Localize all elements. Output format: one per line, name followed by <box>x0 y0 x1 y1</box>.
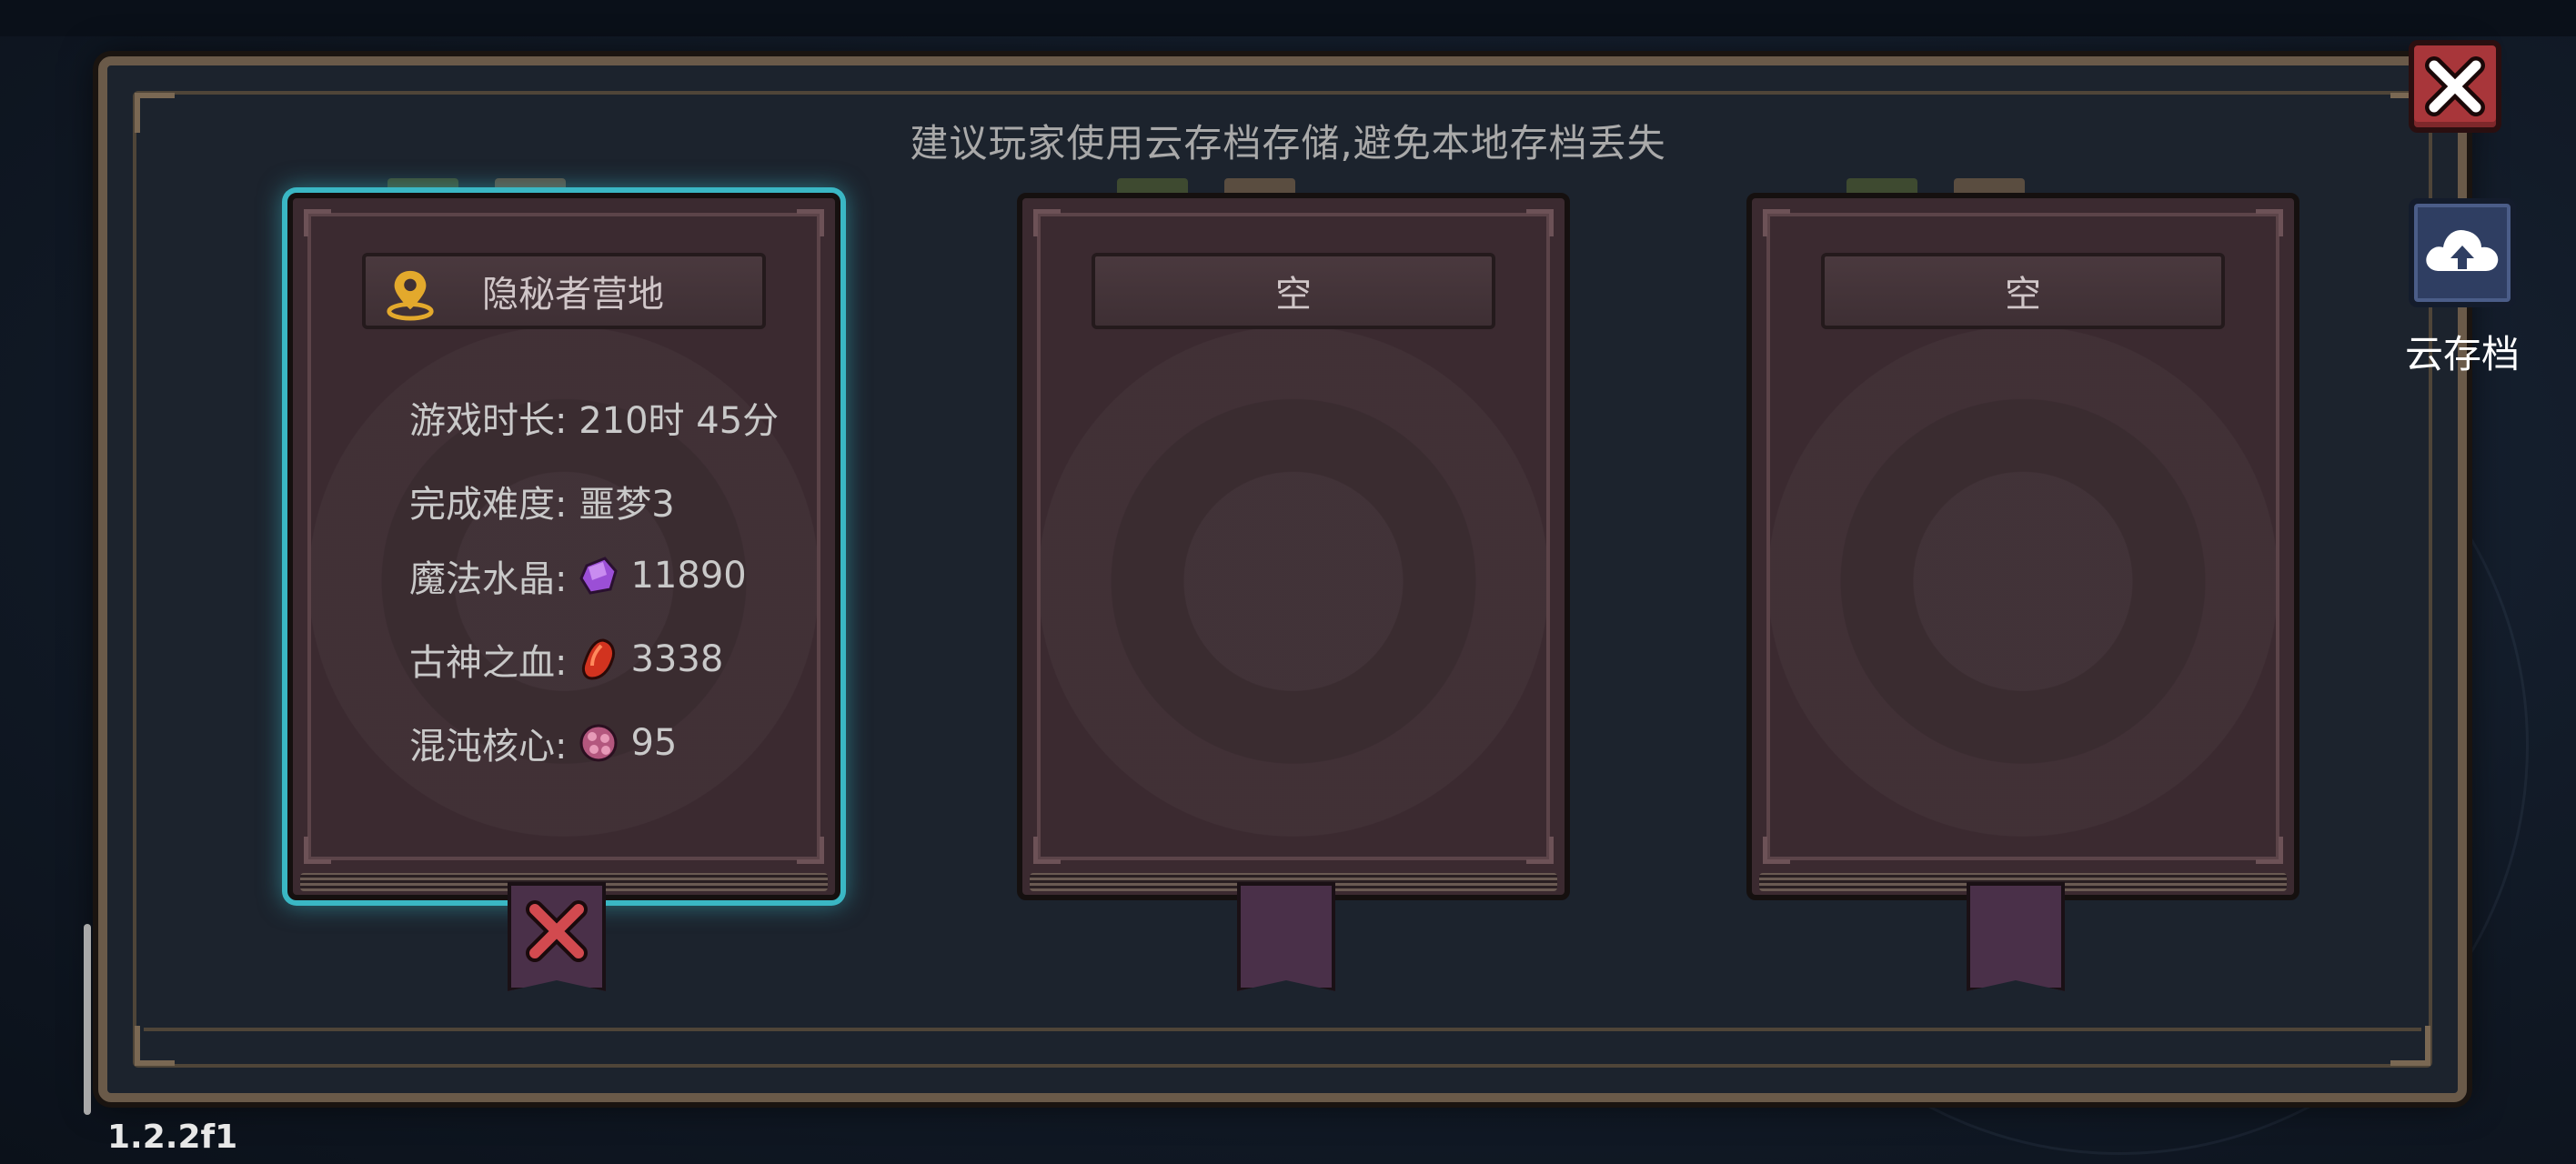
difficulty-stat: 完成难度: 噩梦3 <box>409 475 675 527</box>
delete-save-button[interactable] <box>508 882 606 991</box>
slot-title: 空 <box>1275 274 1312 316</box>
save-slot-2[interactable]: 空 <box>1017 178 1570 900</box>
play-time-stat: 游戏时长: 210时 45分 <box>409 391 779 444</box>
cloud-save-label: 云存档 <box>2404 332 2520 376</box>
book-corner-ornament <box>797 837 824 864</box>
ancient-blood-value: 3338 <box>630 638 724 680</box>
book-corner-ornament <box>2256 837 2283 864</box>
purple-crystal-icon <box>579 557 619 595</box>
chaos-core-label: 混沌核心: <box>409 726 568 768</box>
slot-bookmark <box>1967 882 2065 991</box>
panel-corner-ornament <box>2390 1026 2430 1066</box>
ancient-blood-stat: 古神之血: 3338 <box>409 633 723 686</box>
difficulty-text: 完成难度: 噩梦3 <box>409 484 675 526</box>
panel-bottom-divider <box>144 1028 2421 1031</box>
slot-title-bar: 空 <box>1092 253 1495 329</box>
panel-corner-ornament <box>135 1026 175 1066</box>
delete-x-icon <box>526 900 588 962</box>
cloud-upload-icon <box>2426 229 2499 271</box>
book-corner-ornament <box>797 209 824 236</box>
cloud-save-button[interactable] <box>2409 198 2516 307</box>
book-corner-ornament <box>1763 209 1790 236</box>
play-time-text: 游戏时长: 210时 45分 <box>409 400 780 442</box>
book-corner-ornament <box>1033 837 1061 864</box>
location-pin-icon <box>387 270 434 321</box>
book-corner-ornament <box>304 837 331 864</box>
left-edge-bar <box>84 924 91 1115</box>
magic-crystal-stat: 魔法水晶: 11890 <box>409 549 747 602</box>
top-background-strip <box>0 0 2576 36</box>
ancient-blood-label: 古神之血: <box>409 642 568 684</box>
slot-title: 隐秘者营地 <box>482 274 664 316</box>
book-corner-ornament <box>304 209 331 236</box>
book-corner-ornament <box>1033 209 1061 236</box>
slot-title-bar: 空 <box>1821 253 2225 329</box>
cloud-save-hint: 建议玩家使用云存档存储,避免本地存档丢失 <box>910 121 1666 166</box>
red-blood-gem-icon <box>582 638 616 680</box>
slot-title-bar: 隐秘者营地 <box>362 253 766 329</box>
book-corner-ornament <box>2256 209 2283 236</box>
magic-crystal-label: 魔法水晶: <box>409 558 568 600</box>
save-slot-3[interactable]: 空 <box>1746 178 2299 900</box>
book-corner-ornament <box>1526 837 1554 864</box>
book-corner-ornament <box>1763 837 1790 864</box>
close-button[interactable] <box>2409 40 2501 133</box>
version-label: 1.2.2f1 <box>107 1119 238 1156</box>
slot-title: 空 <box>2005 274 2041 316</box>
close-x-icon <box>2425 56 2485 116</box>
magic-crystal-value: 11890 <box>630 555 747 597</box>
chaos-core-stat: 混沌核心: 95 <box>409 717 677 769</box>
slot-bookmark <box>1237 882 1335 991</box>
chaos-core-icon <box>579 724 618 762</box>
save-slot-1[interactable]: 隐秘者营地 游戏时长: 210时 45分 完成难度: 噩梦3 魔法水晶: 118… <box>287 178 840 900</box>
chaos-core-value: 95 <box>630 722 678 764</box>
book-corner-ornament <box>1526 209 1554 236</box>
